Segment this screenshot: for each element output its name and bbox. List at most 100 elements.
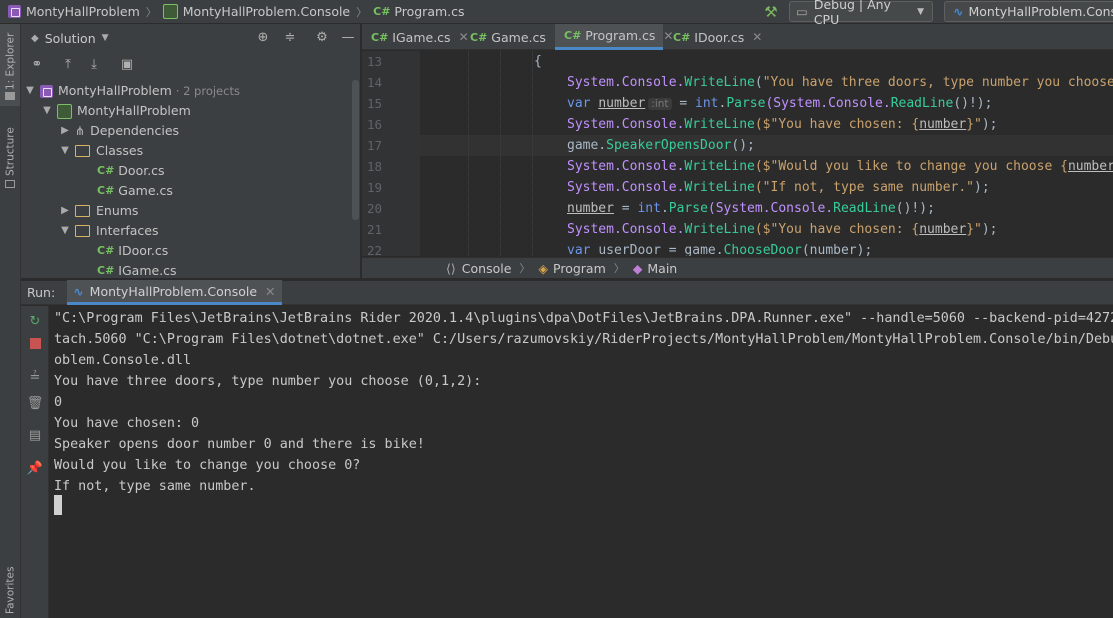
line-number: 20 — [366, 201, 382, 216]
tab-game-cs[interactable]: C# Game.cs ✕ — [461, 24, 564, 50]
chevron-right-icon: 〉 — [519, 262, 531, 275]
structure-icon — [5, 180, 15, 188]
dependencies-icon: ⋔ — [75, 124, 86, 138]
run-tab[interactable]: ∿ MontyHallProblem.Console ✕ — [67, 280, 282, 305]
code-line-19: System.Console.WriteLine("If not, type s… — [567, 180, 990, 195]
stop-icon[interactable] — [26, 337, 44, 355]
chevron-down-icon[interactable]: ▼ — [24, 81, 36, 101]
console-line: "C:\Program Files\JetBrains\JetBrains Ri… — [54, 311, 1113, 326]
line-number: 13 — [366, 54, 382, 69]
tree-row-dependencies[interactable]: ▶ ⋔ Dependencies — [59, 121, 179, 141]
csharp-file-icon: C# — [470, 30, 488, 44]
layout-icon[interactable]: ▤ — [26, 427, 44, 445]
run-tool-window-header: Run: ∿ MontyHallProblem.Console ✕ — [21, 280, 1113, 305]
structure-tool-tab[interactable]: Structure — [2, 124, 19, 180]
tab-program-cs[interactable]: C# Program.cs ✕ — [555, 24, 673, 50]
line-number: 18 — [366, 159, 382, 174]
run-toolbar: ↻ ≟ 🗑 ▤ 📌 — [21, 306, 49, 618]
tree-row-idoor-cs[interactable]: C# IDoor.cs — [97, 241, 168, 261]
line-number: 14 — [366, 75, 382, 90]
tab-label: Game.cs — [491, 29, 546, 45]
tree-row-enums[interactable]: ▶ Enums — [59, 201, 138, 221]
scroll-to-source-icon[interactable]: ⤓ — [84, 55, 104, 75]
folder-icon — [5, 92, 15, 100]
editor-tabs: C# IGame.cs ✕ C# Game.cs ✕ C# Program.cs… — [362, 24, 1113, 50]
tab-igame-cs[interactable]: C# IGame.cs ✕ — [362, 24, 469, 50]
breadcrumb-console-project[interactable]: MontyHallProblem.Console — [183, 4, 350, 19]
solution-tree: ▼ MontyHallProblem · 2 projects ▼ MontyH… — [21, 79, 361, 278]
solution-icon — [40, 84, 53, 98]
dotnet-icon: ∿ — [73, 283, 84, 299]
chevron-down-icon[interactable]: ▼ — [41, 101, 53, 121]
console-line: Speaker opens door number 0 and there is… — [54, 437, 425, 452]
tree-row-game-cs[interactable]: C# Game.cs — [97, 181, 173, 201]
close-icon[interactable]: ✕ — [752, 30, 762, 44]
csharp-file-icon: C# — [97, 244, 115, 257]
locate-target-icon[interactable]: ⊕ — [253, 28, 273, 48]
tool-window-strip: 1: Explorer Structure Favorites — [0, 24, 21, 618]
csharp-file-icon: C# — [97, 184, 115, 197]
csharp-file-icon: C# — [564, 29, 582, 42]
nav-method[interactable]: Main — [647, 261, 677, 276]
code-line-17: game.SpeakerOpensDoor(); — [567, 138, 755, 153]
tree-label-solution: MontyHallProblem — [58, 83, 172, 98]
console-output[interactable]: "C:\Program Files\JetBrains\JetBrains Ri… — [50, 306, 1113, 618]
code-line-21: System.Console.WriteLine($"You have chos… — [567, 222, 998, 237]
code-line-20: number = int.Parse(System.Console.ReadLi… — [567, 201, 935, 216]
csharp-file-icon: C# — [373, 5, 391, 18]
line-number: 21 — [366, 222, 382, 237]
tree-row-door-cs[interactable]: C# Door.cs — [97, 161, 165, 181]
breadcrumb-project[interactable]: MontyHallProblem — [26, 4, 140, 19]
scroll-from-source-icon[interactable]: ⤒ — [58, 55, 78, 75]
chevron-down-icon[interactable]: ▼ — [59, 141, 71, 161]
tree-row-igame-cs[interactable]: C# IGame.cs — [97, 261, 177, 278]
indent-guide — [500, 51, 502, 256]
chevron-down-icon[interactable]: ▼ — [102, 33, 109, 43]
tree-row-classes[interactable]: ▼ Classes — [59, 141, 143, 161]
clear-all-icon[interactable]: 🗑 — [26, 395, 44, 413]
build-hammer-icon[interactable]: ⚒ — [762, 3, 780, 21]
run-configuration-dropdown[interactable]: ∿ MontyHallProblem.Console — [944, 1, 1113, 22]
show-all-files-icon[interactable]: ⚭ — [27, 55, 47, 75]
code-navigation-bar: ⟨⟩ Console 〉 ◈ Program 〉 ◆ Main — [362, 257, 1113, 278]
tree-row-project[interactable]: ▼ MontyHallProblem — [41, 101, 191, 121]
tree-label-project: MontyHallProblem — [77, 103, 191, 118]
close-icon[interactable]: ✕ — [265, 284, 275, 299]
code-line-18: System.Console.WriteLine($"Would you lik… — [567, 159, 1113, 174]
console-line: Would you like to change you choose 0? — [54, 458, 361, 473]
solution-view-dropdown[interactable]: Solution — [45, 31, 96, 46]
nav-namespace[interactable]: Console — [462, 261, 512, 276]
console-input-cursor[interactable] — [54, 495, 62, 515]
tab-idoor-cs[interactable]: C# IDoor.cs ✕ — [664, 24, 764, 50]
chevron-down-icon[interactable]: ▼ — [59, 221, 71, 241]
settings-gear-icon[interactable]: ⚙ — [312, 28, 332, 48]
explorer-tool-tab[interactable]: 1: Explorer — [2, 30, 19, 92]
indent-guide — [468, 51, 470, 256]
preview-icon[interactable]: ▣ — [117, 55, 137, 75]
type-hint: :int — [648, 98, 672, 110]
run-configuration-label: MontyHallProblem.Console — [968, 4, 1113, 19]
csharp-file-icon: C# — [371, 30, 389, 44]
tree-row-interfaces[interactable]: ▼ Interfaces — [59, 221, 158, 241]
folder-icon — [75, 205, 90, 217]
build-configuration-label: Debug | Any CPU — [813, 0, 891, 27]
namespace-icon: ⟨⟩ — [446, 260, 456, 276]
line-number: 19 — [366, 180, 382, 195]
code-editor[interactable]: { System.Console.WriteLine("You have thr… — [420, 51, 1113, 256]
chevron-right-icon[interactable]: ▶ — [59, 201, 71, 221]
pin-icon[interactable]: 📌 — [26, 460, 44, 478]
collapse-all-icon[interactable]: ≑ — [280, 28, 300, 48]
build-configuration-dropdown[interactable]: ▭ Debug | Any CPU ▼ — [789, 0, 933, 27]
nav-class[interactable]: Program — [553, 261, 606, 276]
soft-wrap-icon[interactable]: ≟ — [26, 369, 44, 387]
tree-row-solution[interactable]: ▼ MontyHallProblem · 2 projects — [24, 81, 240, 101]
chevron-right-icon[interactable]: ▶ — [59, 121, 71, 141]
tree-scrollbar[interactable] — [352, 80, 359, 220]
rerun-icon[interactable]: ↻ — [26, 313, 44, 331]
dotnet-icon: ∿ — [953, 4, 964, 19]
tree-label-igame-cs: IGame.cs — [118, 263, 177, 278]
chevron-right-icon: 〉 — [356, 5, 368, 19]
minimize-icon[interactable]: — — [338, 28, 358, 48]
breadcrumb-file[interactable]: Program.cs — [394, 4, 464, 19]
favorites-tool-tab[interactable]: Favorites — [2, 564, 19, 616]
